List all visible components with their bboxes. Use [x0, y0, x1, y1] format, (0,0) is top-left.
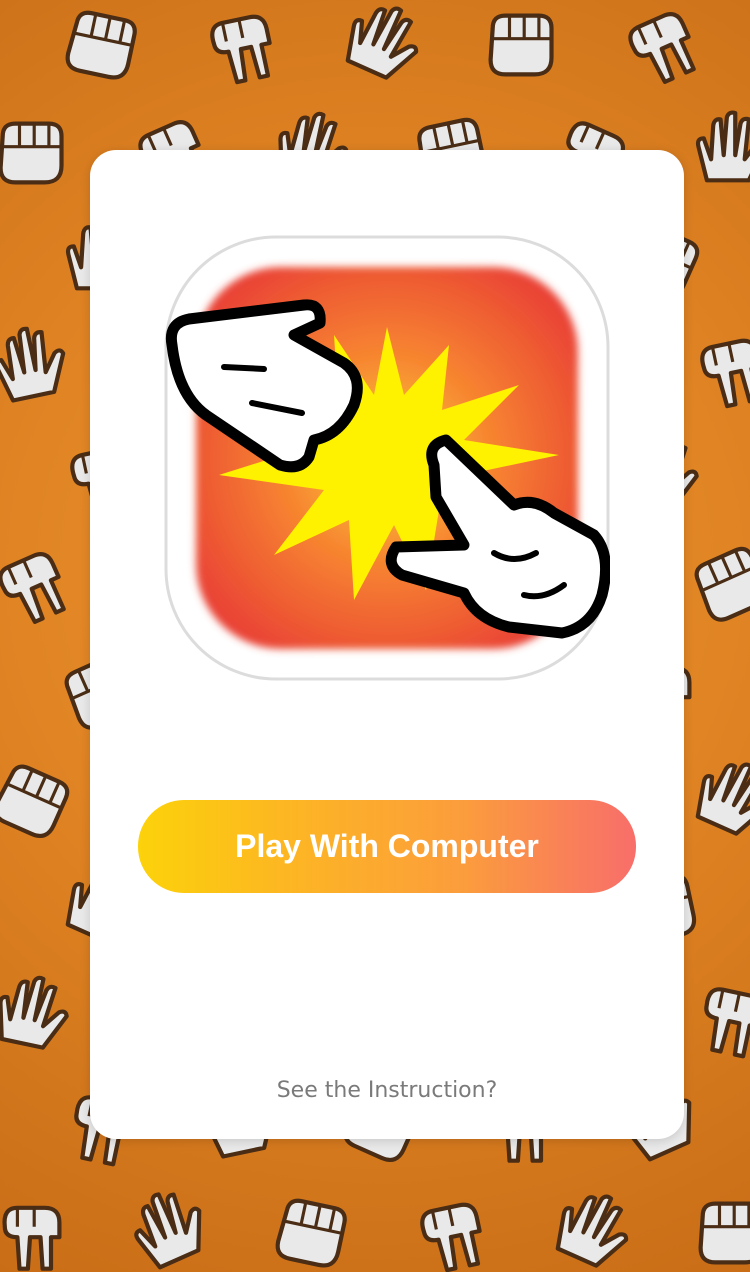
paper-hand-icon: [0, 322, 71, 402]
rock-fist-icon: [0, 762, 71, 840]
paper-hand-icon: [690, 751, 750, 840]
rock-fist-icon: [491, 16, 552, 75]
scissors-hand-icon: [5, 1208, 60, 1269]
rock-fist-icon: [65, 10, 137, 80]
play-with-computer-button[interactable]: Play With Computer: [138, 800, 636, 893]
rock-paper-scissors-logo-icon: [164, 235, 610, 681]
paper-hand-icon: [124, 1182, 213, 1271]
scissors-hand-icon: [626, 10, 701, 88]
rock-fist-icon: [691, 545, 750, 623]
paper-hand-icon: [550, 1183, 639, 1272]
paper-hand-icon: [698, 113, 750, 181]
scissors-hand-icon: [698, 987, 750, 1058]
menu-card: Play With Computer See the Instruction?: [90, 150, 684, 1139]
scissors-hand-icon: [420, 1202, 486, 1272]
scissors-hand-icon: [700, 338, 750, 409]
scissors-hand-icon: [0, 550, 71, 628]
paper-hand-icon: [0, 971, 73, 1051]
scissors-hand-icon: [210, 14, 276, 85]
paper-hand-icon: [0, 0, 4, 83]
see-instruction-link[interactable]: See the Instruction?: [90, 1078, 684, 1103]
app-screen: Play With Computer See the Instruction?: [0, 0, 750, 1272]
rock-fist-icon: [701, 1204, 750, 1263]
rock-fist-icon: [275, 1198, 347, 1268]
paper-hand-icon: [340, 0, 429, 84]
rock-fist-icon: [0, 1085, 1, 1163]
rock-fist-icon: [1, 124, 62, 183]
